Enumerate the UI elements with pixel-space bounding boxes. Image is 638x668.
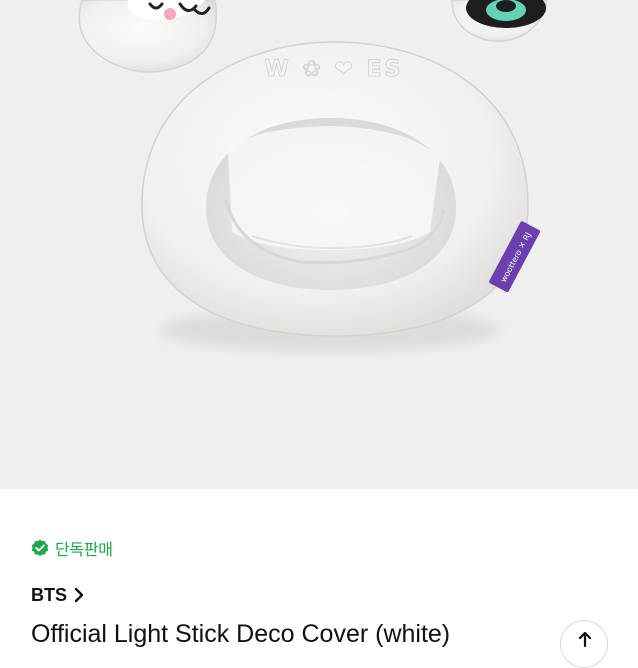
right-character-ear	[451, 0, 548, 42]
left-character-ear	[78, 0, 217, 73]
share-icon	[578, 631, 592, 648]
chevron-right-icon	[74, 587, 84, 603]
brand-name: BTS	[31, 584, 67, 605]
product-image[interactable]: W ❀ ❤ ES woottero ✕ RJ	[0, 0, 638, 489]
cheek-icon	[164, 8, 176, 20]
ring-body	[141, 41, 529, 337]
share-button[interactable]	[560, 620, 608, 668]
product-title: Official Light Stick Deco Cover (white)	[31, 620, 451, 648]
verified-check-icon	[31, 539, 49, 557]
brand-link[interactable]: BTS	[31, 583, 85, 607]
deco-cover-illustration: W ❀ ❤ ES woottero ✕ RJ	[78, 0, 548, 352]
exclusive-sale-badge: 단독판매	[31, 537, 113, 559]
embroidery-text: W ❀ ❤ ES	[265, 57, 404, 82]
product-info-panel	[0, 489, 638, 638]
exclusive-badge-label: 단독판매	[55, 540, 113, 559]
